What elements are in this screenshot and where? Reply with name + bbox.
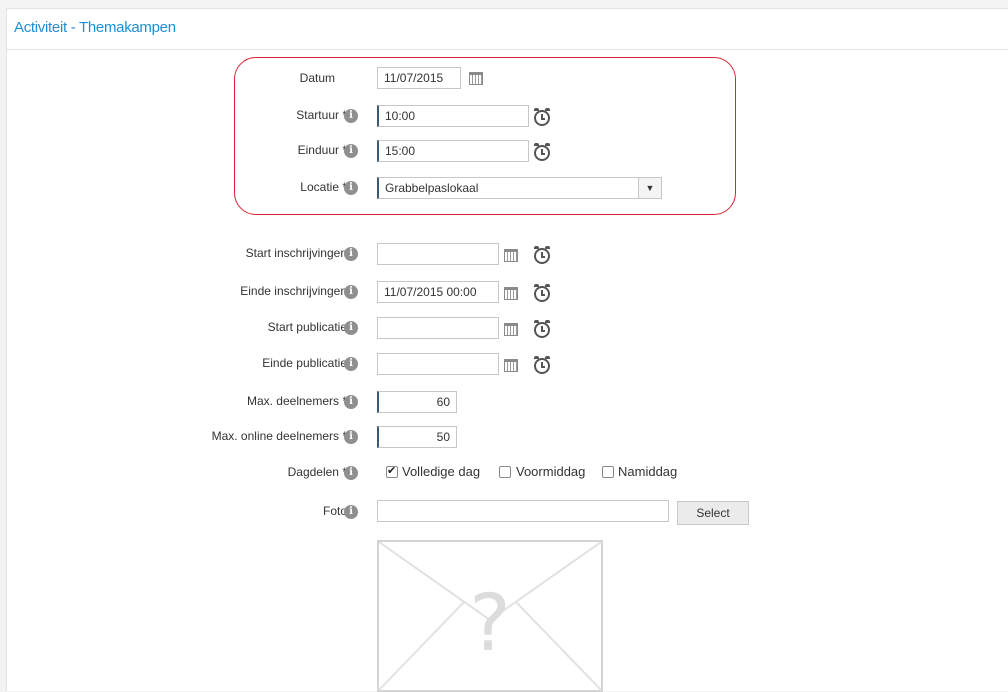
info-icon[interactable]: i: [344, 505, 358, 519]
row-einduur: Einduur * i 15:00: [7, 139, 1007, 163]
page-title: Activiteit - Themakampen: [14, 19, 176, 36]
question-mark: ?: [469, 579, 510, 669]
row-dagdelen: Dagdelen * i Volledige dag Voormiddag Na…: [7, 461, 1007, 485]
row-max-online-deelnemers: Max. online deelnemers * i 50: [7, 425, 1007, 449]
info-icon[interactable]: i: [344, 430, 358, 444]
startuur-field[interactable]: 10:00: [377, 105, 529, 127]
alarm-clock-icon[interactable]: [534, 320, 550, 338]
info-icon[interactable]: i: [344, 285, 358, 299]
volledige-dag-label[interactable]: Volledige dag: [402, 461, 480, 483]
einduur-label: Einduur *: [297, 143, 347, 157]
volledige-dag-checkbox[interactable]: [386, 464, 398, 478]
info-icon[interactable]: i: [344, 466, 358, 480]
info-icon[interactable]: i: [344, 109, 358, 123]
max-deelnemers-label: Max. deelnemers *: [246, 394, 347, 408]
dagdelen-label: Dagdelen *: [287, 465, 347, 479]
foto-field[interactable]: [377, 500, 669, 522]
voormiddag-label[interactable]: Voormiddag: [516, 461, 585, 483]
namiddag-checkbox[interactable]: [602, 466, 614, 478]
max-online-deelnemers-field[interactable]: 50: [377, 426, 457, 448]
image-placeholder-icon: ?: [377, 540, 603, 692]
info-icon[interactable]: i: [344, 247, 358, 261]
info-icon[interactable]: i: [344, 144, 358, 158]
form-panel: Activiteit - Themakampen Datum 11/07/201…: [6, 8, 1008, 692]
locatie-selected-value: Grabbelpaslokaal: [385, 181, 479, 195]
info-icon[interactable]: i: [344, 321, 358, 335]
einde-publicatie-label: Einde publicatie: [262, 356, 347, 370]
namiddag-label[interactable]: Namiddag: [618, 461, 677, 483]
voormiddag-checkbox[interactable]: [499, 466, 511, 478]
start-inschrijvingen-field[interactable]: [377, 243, 499, 265]
max-deelnemers-field[interactable]: 60: [377, 391, 457, 413]
einde-inschrijvingen-field[interactable]: 11/07/2015 00:00: [377, 281, 499, 303]
calendar-icon[interactable]: [504, 249, 518, 262]
locatie-label: Locatie *: [300, 180, 347, 194]
datum-label: Datum: [299, 71, 335, 85]
alarm-clock-icon[interactable]: [534, 246, 550, 264]
calendar-icon[interactable]: [504, 323, 518, 336]
calendar-icon[interactable]: [504, 287, 518, 300]
start-publicatie-field[interactable]: [377, 317, 499, 339]
info-icon[interactable]: i: [344, 181, 358, 195]
info-icon[interactable]: i: [344, 395, 358, 409]
row-datum: Datum 11/07/2015: [7, 67, 1007, 91]
calendar-icon[interactable]: [469, 72, 483, 85]
einde-inschrijvingen-label: Einde inschrijvingen: [240, 284, 347, 298]
row-start-inschrijvingen: Start inschrijvingen i: [7, 242, 1007, 266]
locatie-select[interactable]: Grabbelpaslokaal ▼: [377, 177, 662, 199]
start-publicatie-label: Start publicatie: [267, 320, 347, 334]
row-einde-publicatie: Einde publicatie i: [7, 352, 1007, 376]
select-button[interactable]: Select: [677, 501, 749, 525]
row-start-publicatie: Start publicatie i: [7, 316, 1007, 340]
start-inschrijvingen-label: Start inschrijvingen: [245, 246, 347, 260]
info-icon[interactable]: i: [344, 357, 358, 371]
row-locatie: Locatie * i Grabbelpaslokaal ▼: [7, 176, 1007, 200]
max-online-deelnemers-label: Max. online deelnemers *: [211, 429, 347, 443]
einde-publicatie-field[interactable]: [377, 353, 499, 375]
datum-field[interactable]: 11/07/2015: [377, 67, 461, 89]
title-divider: [7, 49, 1008, 50]
alarm-clock-icon[interactable]: [534, 108, 550, 126]
startuur-label: Startuur *: [296, 108, 347, 122]
chevron-down-icon[interactable]: ▼: [638, 178, 661, 198]
alarm-clock-icon[interactable]: [534, 143, 550, 161]
row-max-deelnemers: Max. deelnemers * i 60: [7, 390, 1007, 414]
alarm-clock-icon[interactable]: [534, 356, 550, 374]
row-startuur: Startuur * i 10:00: [7, 104, 1007, 128]
calendar-icon[interactable]: [504, 359, 518, 372]
row-einde-inschrijvingen: Einde inschrijvingen i 11/07/2015 00:00: [7, 280, 1007, 304]
row-foto: Foto i Select: [7, 500, 1007, 525]
einduur-field[interactable]: 15:00: [377, 140, 529, 162]
alarm-clock-icon[interactable]: [534, 284, 550, 302]
